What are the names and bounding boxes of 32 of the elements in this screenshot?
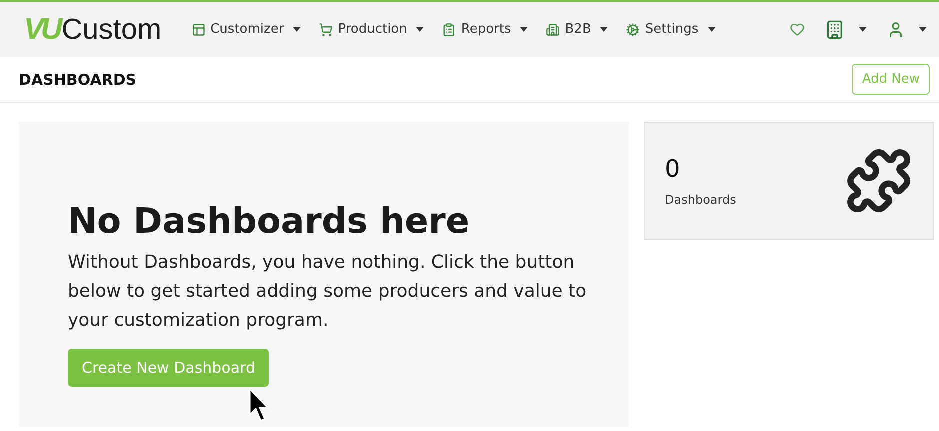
logo-mark: VU [24,12,60,46]
user-icon [887,20,905,38]
pointer-icon [249,388,271,422]
caret-icon [293,27,302,32]
nav-menu[interactable]: B2B [546,22,608,37]
nav-menu[interactable]: Settings [626,22,716,37]
clipboard-icon [442,22,456,36]
caret-icon [859,27,867,32]
favorites-button[interactable] [790,22,805,37]
layout-icon [192,22,206,36]
nav-menu[interactable]: Reports [442,22,528,37]
logo-text: Custom [62,14,162,46]
caret-icon [416,27,424,32]
building-menu-button[interactable] [825,20,867,40]
stat-value: 0 [665,155,682,183]
puzzle-icon [845,147,913,215]
caret-icon [919,27,927,32]
stat-label: Dashboards [665,193,736,207]
heart-icon [790,22,805,37]
nav-menu[interactable]: Production [319,22,424,37]
gear-icon [626,22,640,36]
caret-icon [708,27,716,32]
user-menu-button[interactable] [887,20,927,38]
empty-description: Without Dashboards, you have nothing. Click the button below to get started adding some producers and value to your customization program. [68,251,588,333]
caret-icon [520,27,528,32]
building-icon [546,22,560,36]
building-icon [825,20,845,40]
cart-icon [319,22,334,36]
caret-icon [600,27,608,32]
page-title: DASHBOARDS [19,70,137,88]
empty-heading: No Dashboards here [68,202,471,242]
nav-menu[interactable]: Customizer [192,22,302,37]
